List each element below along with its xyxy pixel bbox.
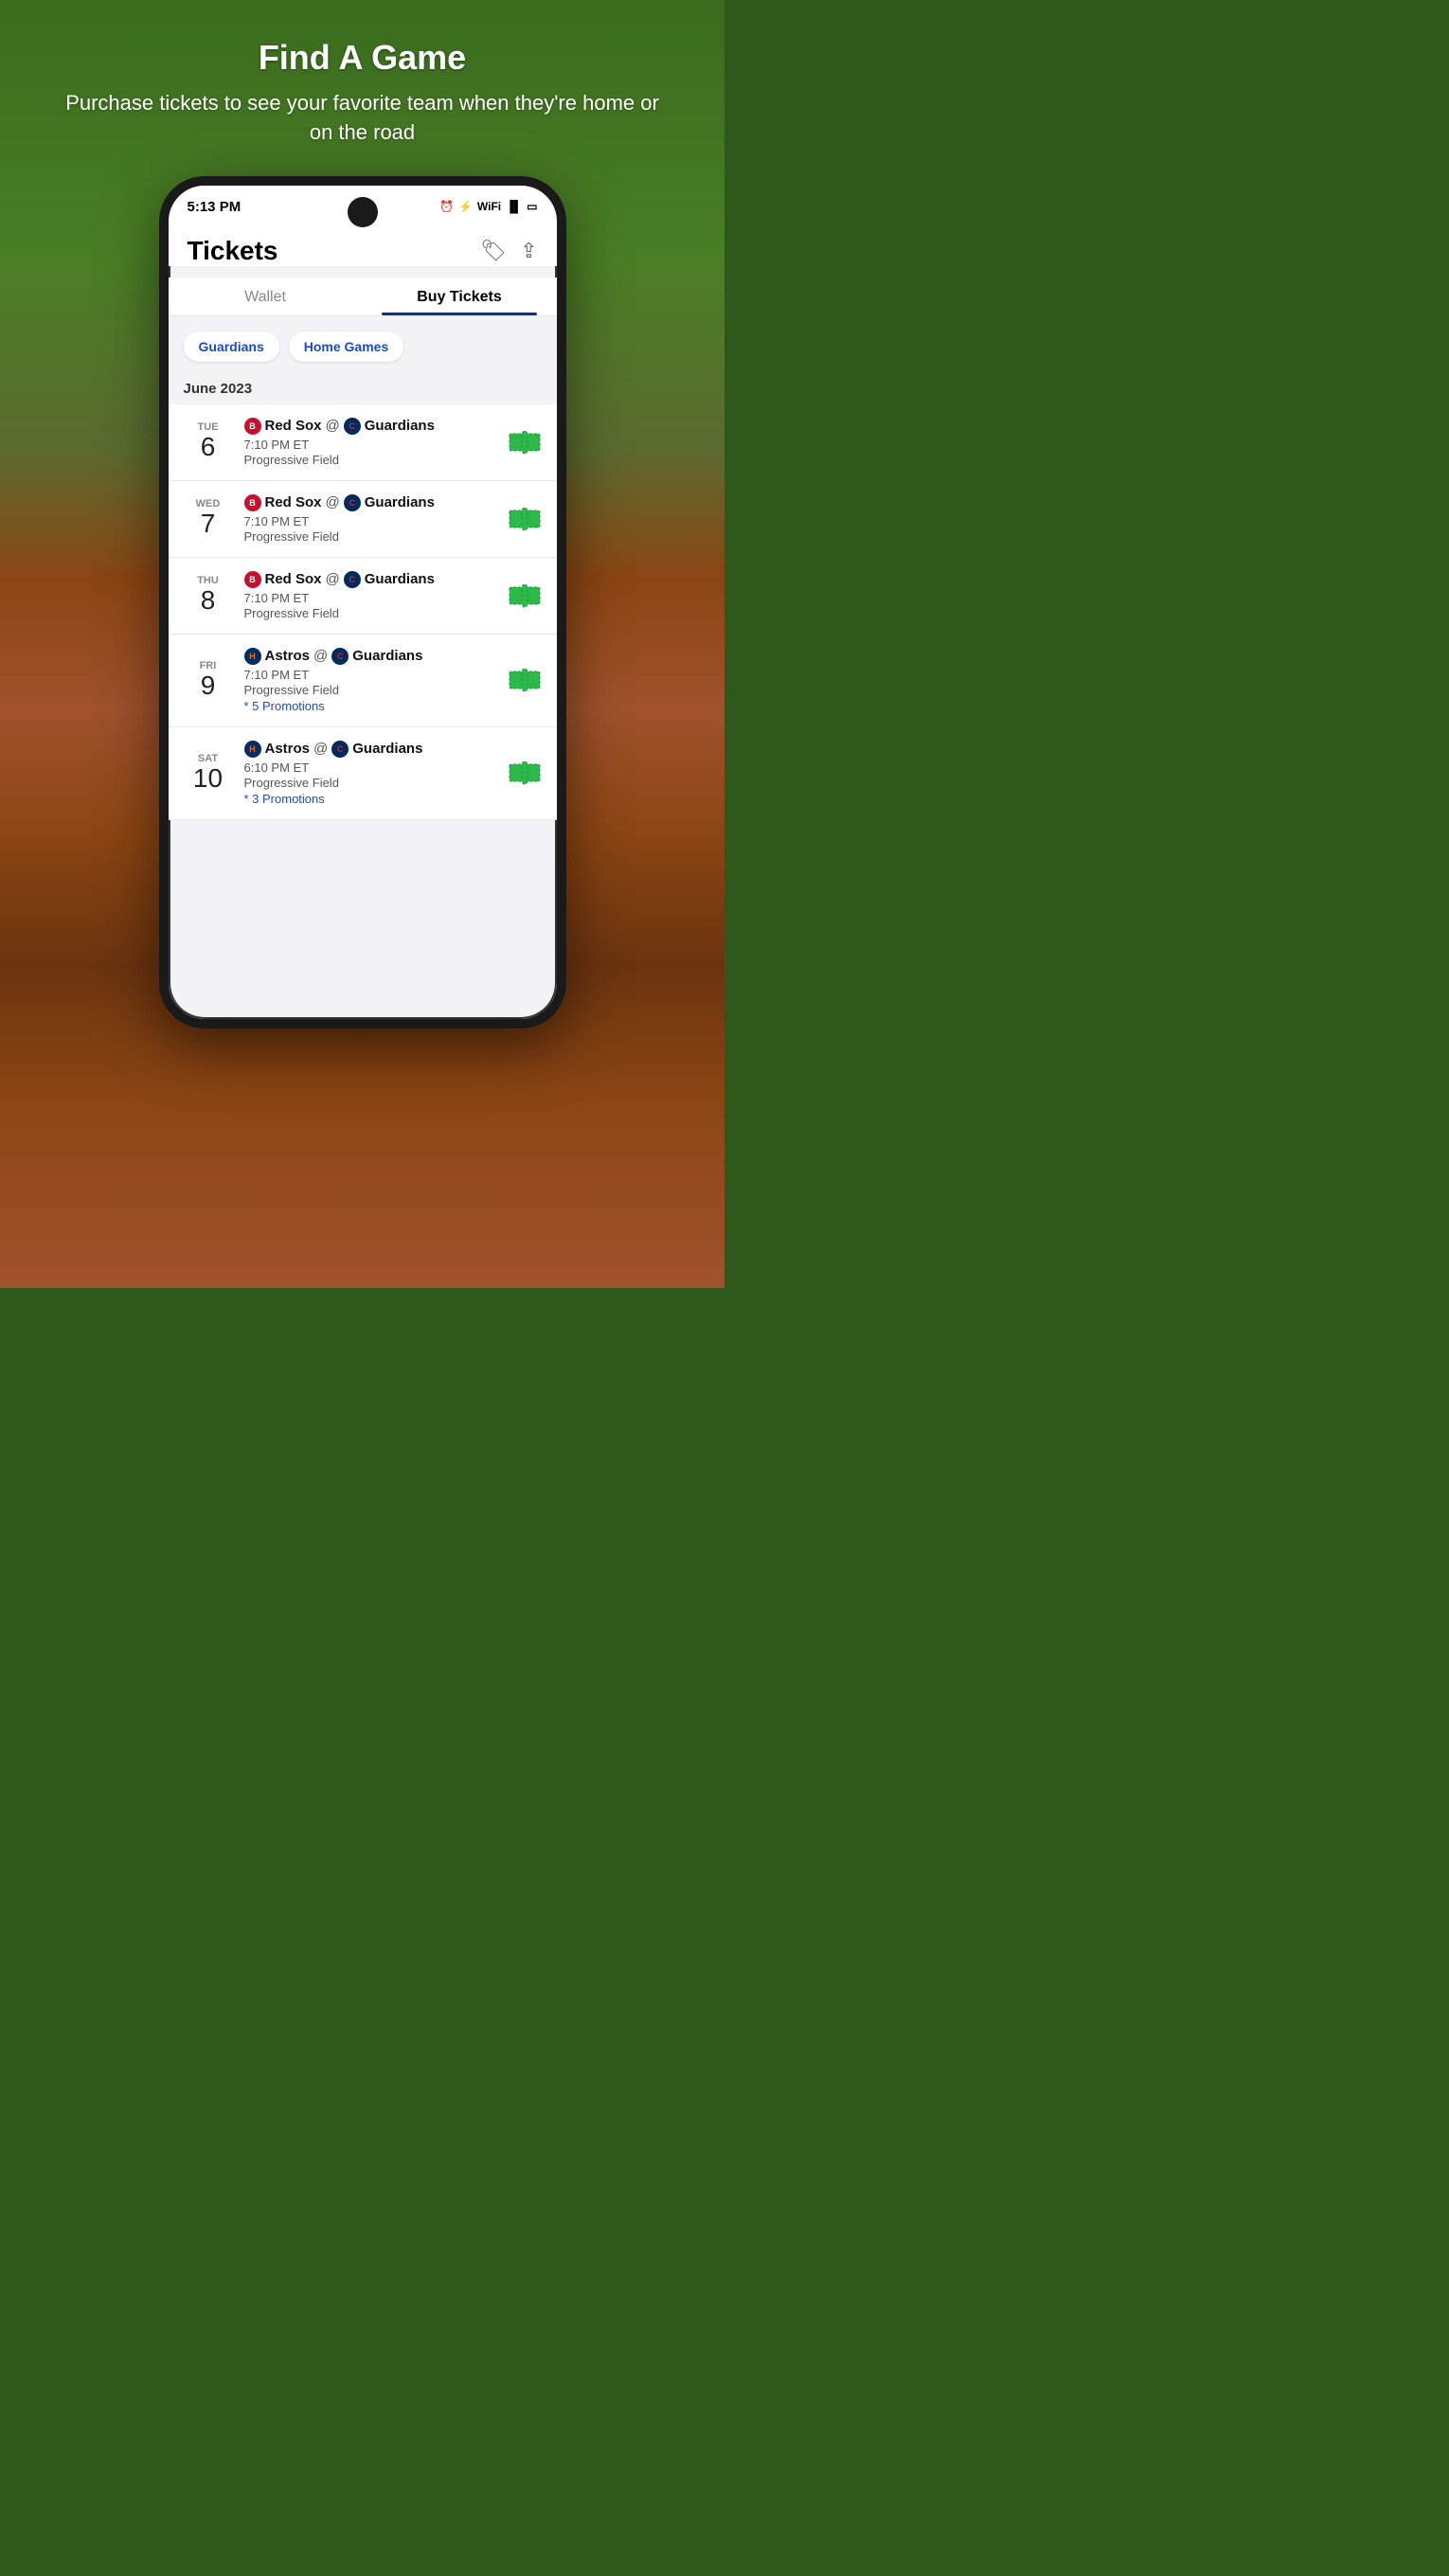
status-icons: ⏰ ⚡ WiFi ▐▌ ▭: [439, 200, 537, 213]
game-venue: Progressive Field: [244, 606, 508, 620]
game-row[interactable]: THU 8 B Red Sox @ C Guardians 7:10 PM ET…: [169, 558, 557, 635]
at-sign: @: [313, 741, 328, 757]
away-team-name: Red Sox: [265, 418, 322, 434]
game-info: B Red Sox @ C Guardians 7:10 PM ET Progr…: [244, 494, 508, 544]
signal-icon: ▐▌: [506, 200, 522, 213]
away-team-logo: B: [244, 418, 261, 435]
status-time: 5:13 PM: [188, 199, 242, 215]
game-time: 7:10 PM ET: [244, 668, 508, 682]
game-day-num: 8: [184, 586, 233, 616]
at-sign: @: [313, 648, 328, 664]
away-team-logo: B: [244, 494, 261, 511]
game-day-label: FRI: [184, 660, 233, 671]
ticket-icon[interactable]: [508, 581, 542, 610]
ticket-icon[interactable]: [508, 759, 542, 787]
game-date: FRI 9: [184, 660, 233, 701]
home-team-name: Guardians: [352, 741, 422, 757]
game-day-label: SAT: [184, 753, 233, 764]
app-title: Tickets: [188, 236, 278, 266]
home-team-logo: C: [344, 571, 361, 588]
filters-section: Guardians Home Games: [169, 316, 557, 373]
hero-section: Find A Game Purchase tickets to see your…: [0, 0, 724, 176]
ticket-icon[interactable]: [508, 666, 542, 694]
game-info: B Red Sox @ C Guardians 7:10 PM ET Progr…: [244, 418, 508, 467]
away-team-name: Astros: [265, 741, 311, 757]
home-team-name: Guardians: [365, 571, 435, 587]
tab-wallet[interactable]: Wallet: [169, 277, 363, 315]
game-info: H Astros @ C Guardians 7:10 PM ET Progre…: [244, 648, 508, 713]
game-row[interactable]: SAT 10 H Astros @ C Guardians 6:10 PM ET…: [169, 727, 557, 820]
game-time: 7:10 PM ET: [244, 514, 508, 528]
hero-title: Find A Game: [57, 38, 668, 78]
away-team-logo: B: [244, 571, 261, 588]
phone-wrapper: 5:13 PM ⏰ ⚡ WiFi ▐▌ ▭ Tickets 🏷 ⇪ Wallet: [0, 176, 724, 1066]
home-team-logo: C: [344, 418, 361, 435]
game-date: SAT 10: [184, 753, 233, 794]
away-team-logo: H: [244, 648, 261, 665]
wifi-icon: WiFi: [477, 200, 501, 213]
game-time: 7:10 PM ET: [244, 438, 508, 452]
game-promotions: * 5 Promotions: [244, 699, 508, 713]
app-header: Tickets 🏷 ⇪: [169, 221, 557, 266]
battery-icon: ▭: [527, 200, 537, 213]
game-day-num: 9: [184, 671, 233, 701]
game-venue: Progressive Field: [244, 529, 508, 544]
game-venue: Progressive Field: [244, 683, 508, 697]
game-row[interactable]: WED 7 B Red Sox @ C Guardians 7:10 PM ET…: [169, 481, 557, 558]
away-team-logo: H: [244, 741, 261, 758]
ticket-icon[interactable]: [508, 505, 542, 533]
game-matchup: H Astros @ C Guardians: [244, 648, 508, 665]
game-matchup: H Astros @ C Guardians: [244, 741, 508, 758]
game-day-num: 7: [184, 510, 233, 539]
game-venue: Progressive Field: [244, 776, 508, 790]
game-promotions: * 3 Promotions: [244, 792, 508, 806]
ticket-icon[interactable]: [508, 428, 542, 456]
game-matchup: B Red Sox @ C Guardians: [244, 494, 508, 511]
at-sign: @: [326, 494, 340, 510]
game-venue: Progressive Field: [244, 453, 508, 467]
month-header: June 2023: [169, 373, 557, 404]
away-team-name: Red Sox: [265, 494, 322, 510]
game-day-num: 6: [184, 433, 233, 462]
at-sign: @: [326, 418, 340, 434]
game-row[interactable]: TUE 6 B Red Sox @ C Guardians 7:10 PM ET…: [169, 404, 557, 481]
filter-guardians[interactable]: Guardians: [184, 331, 279, 362]
game-time: 6:10 PM ET: [244, 760, 508, 775]
filter-home-games[interactable]: Home Games: [289, 331, 403, 362]
game-matchup: B Red Sox @ C Guardians: [244, 571, 508, 588]
game-day-num: 10: [184, 764, 233, 794]
alarm-icon: ⏰: [439, 200, 454, 213]
game-time: 7:10 PM ET: [244, 591, 508, 605]
phone-notch: [348, 197, 378, 227]
game-date: WED 7: [184, 498, 233, 539]
away-team-name: Red Sox: [265, 571, 322, 587]
phone-device: 5:13 PM ⏰ ⚡ WiFi ▐▌ ▭ Tickets 🏷 ⇪ Wallet: [159, 176, 566, 1029]
bluetooth-icon: ⚡: [458, 200, 473, 213]
game-info: H Astros @ C Guardians 6:10 PM ET Progre…: [244, 741, 508, 806]
tags-icon[interactable]: 🏷: [480, 239, 507, 263]
game-date: TUE 6: [184, 421, 233, 462]
header-icons: 🏷 ⇪: [480, 239, 537, 263]
home-team-logo: C: [331, 741, 349, 758]
home-team-logo: C: [331, 648, 349, 665]
home-team-logo: C: [344, 494, 361, 511]
hero-subtitle: Purchase tickets to see your favorite te…: [57, 89, 668, 148]
away-team-name: Astros: [265, 648, 311, 664]
at-sign: @: [326, 571, 340, 587]
game-date: THU 8: [184, 575, 233, 616]
game-info: B Red Sox @ C Guardians 7:10 PM ET Progr…: [244, 571, 508, 620]
home-team-name: Guardians: [365, 418, 435, 434]
share-icon[interactable]: ⇪: [520, 239, 537, 263]
home-team-name: Guardians: [352, 648, 422, 664]
games-list: TUE 6 B Red Sox @ C Guardians 7:10 PM ET…: [169, 404, 557, 820]
tab-buy-tickets[interactable]: Buy Tickets: [363, 277, 557, 315]
tabs-container: Wallet Buy Tickets: [169, 277, 557, 316]
game-row[interactable]: FRI 9 H Astros @ C Guardians 7:10 PM ET …: [169, 635, 557, 727]
game-matchup: B Red Sox @ C Guardians: [244, 418, 508, 435]
home-team-name: Guardians: [365, 494, 435, 510]
